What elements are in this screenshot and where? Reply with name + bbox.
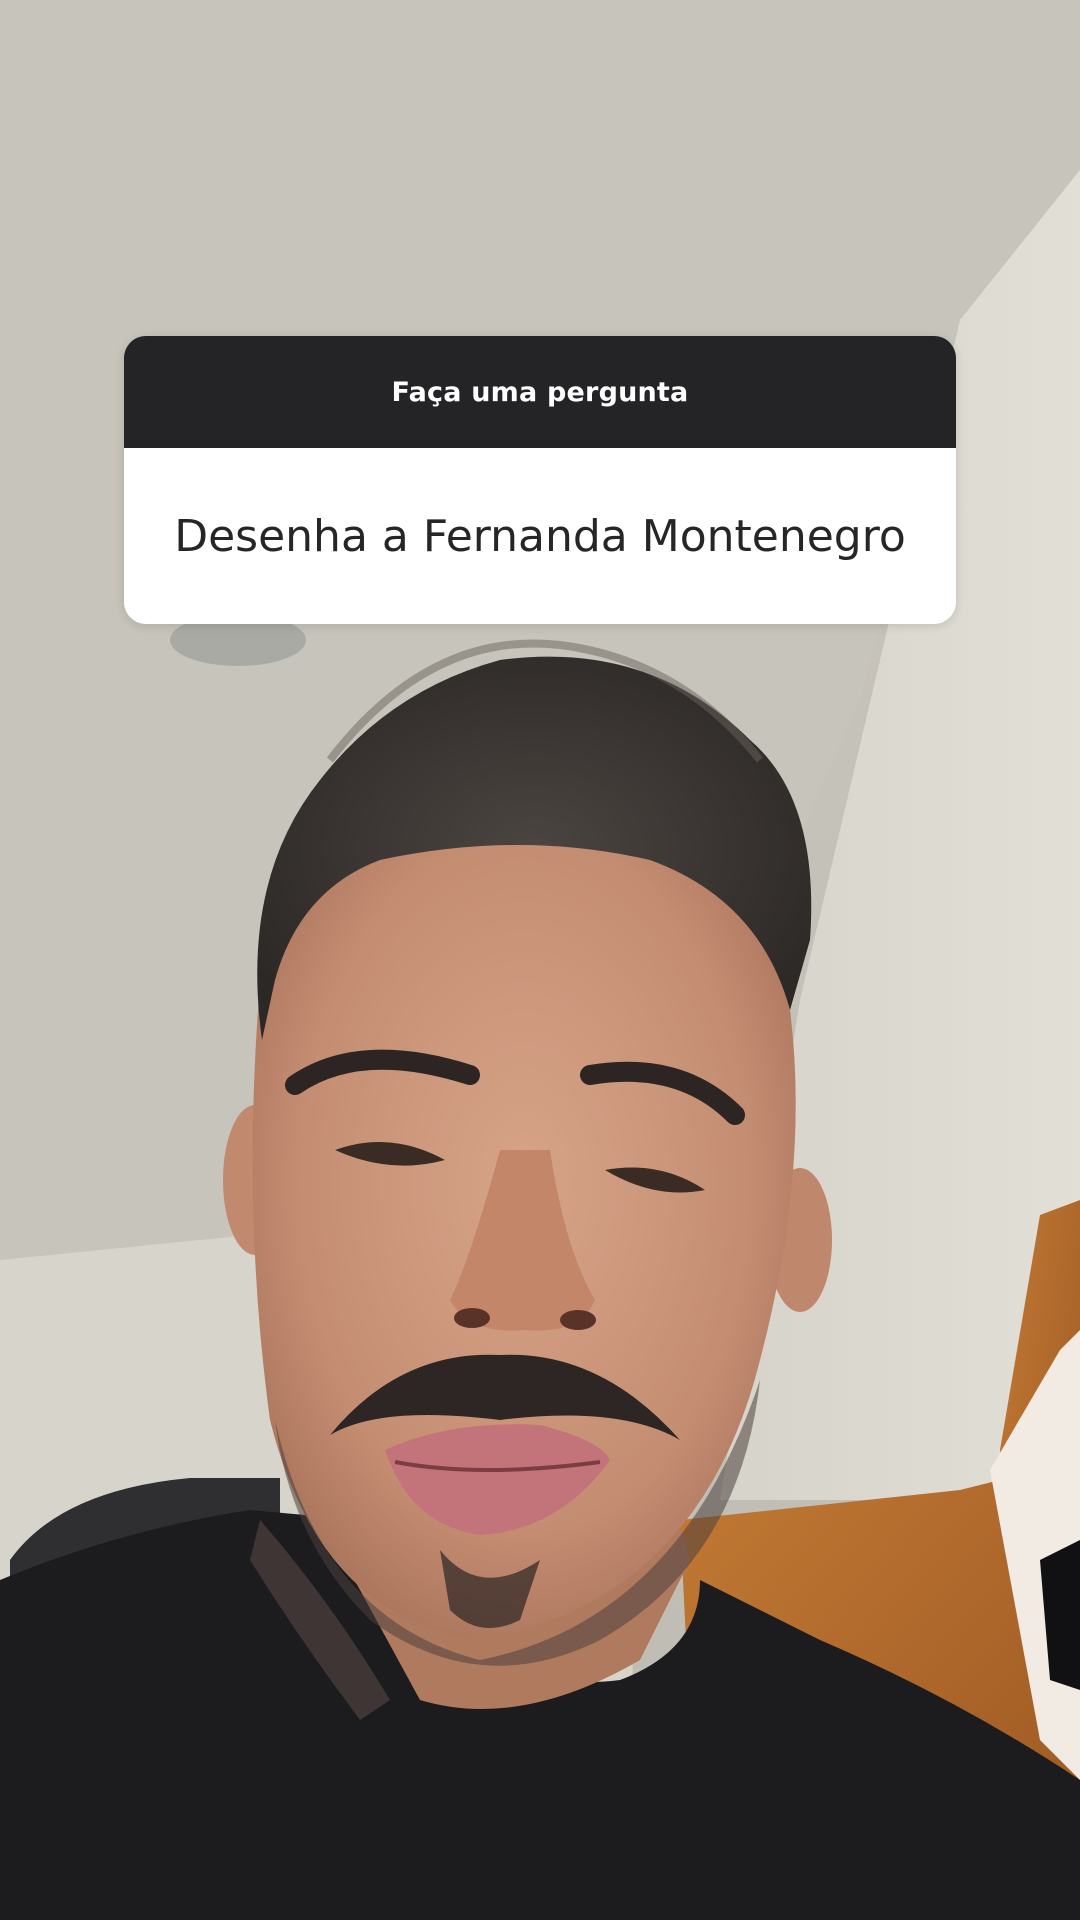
background-photo — [0, 0, 1080, 1920]
story-frame: Faça uma pergunta Desenha a Fernanda Mon… — [0, 0, 1080, 1920]
question-sticker[interactable]: Faça uma pergunta Desenha a Fernanda Mon… — [124, 336, 956, 624]
question-sticker-text: Desenha a Fernanda Montenegro — [124, 448, 956, 624]
question-sticker-header: Faça uma pergunta — [124, 336, 956, 448]
